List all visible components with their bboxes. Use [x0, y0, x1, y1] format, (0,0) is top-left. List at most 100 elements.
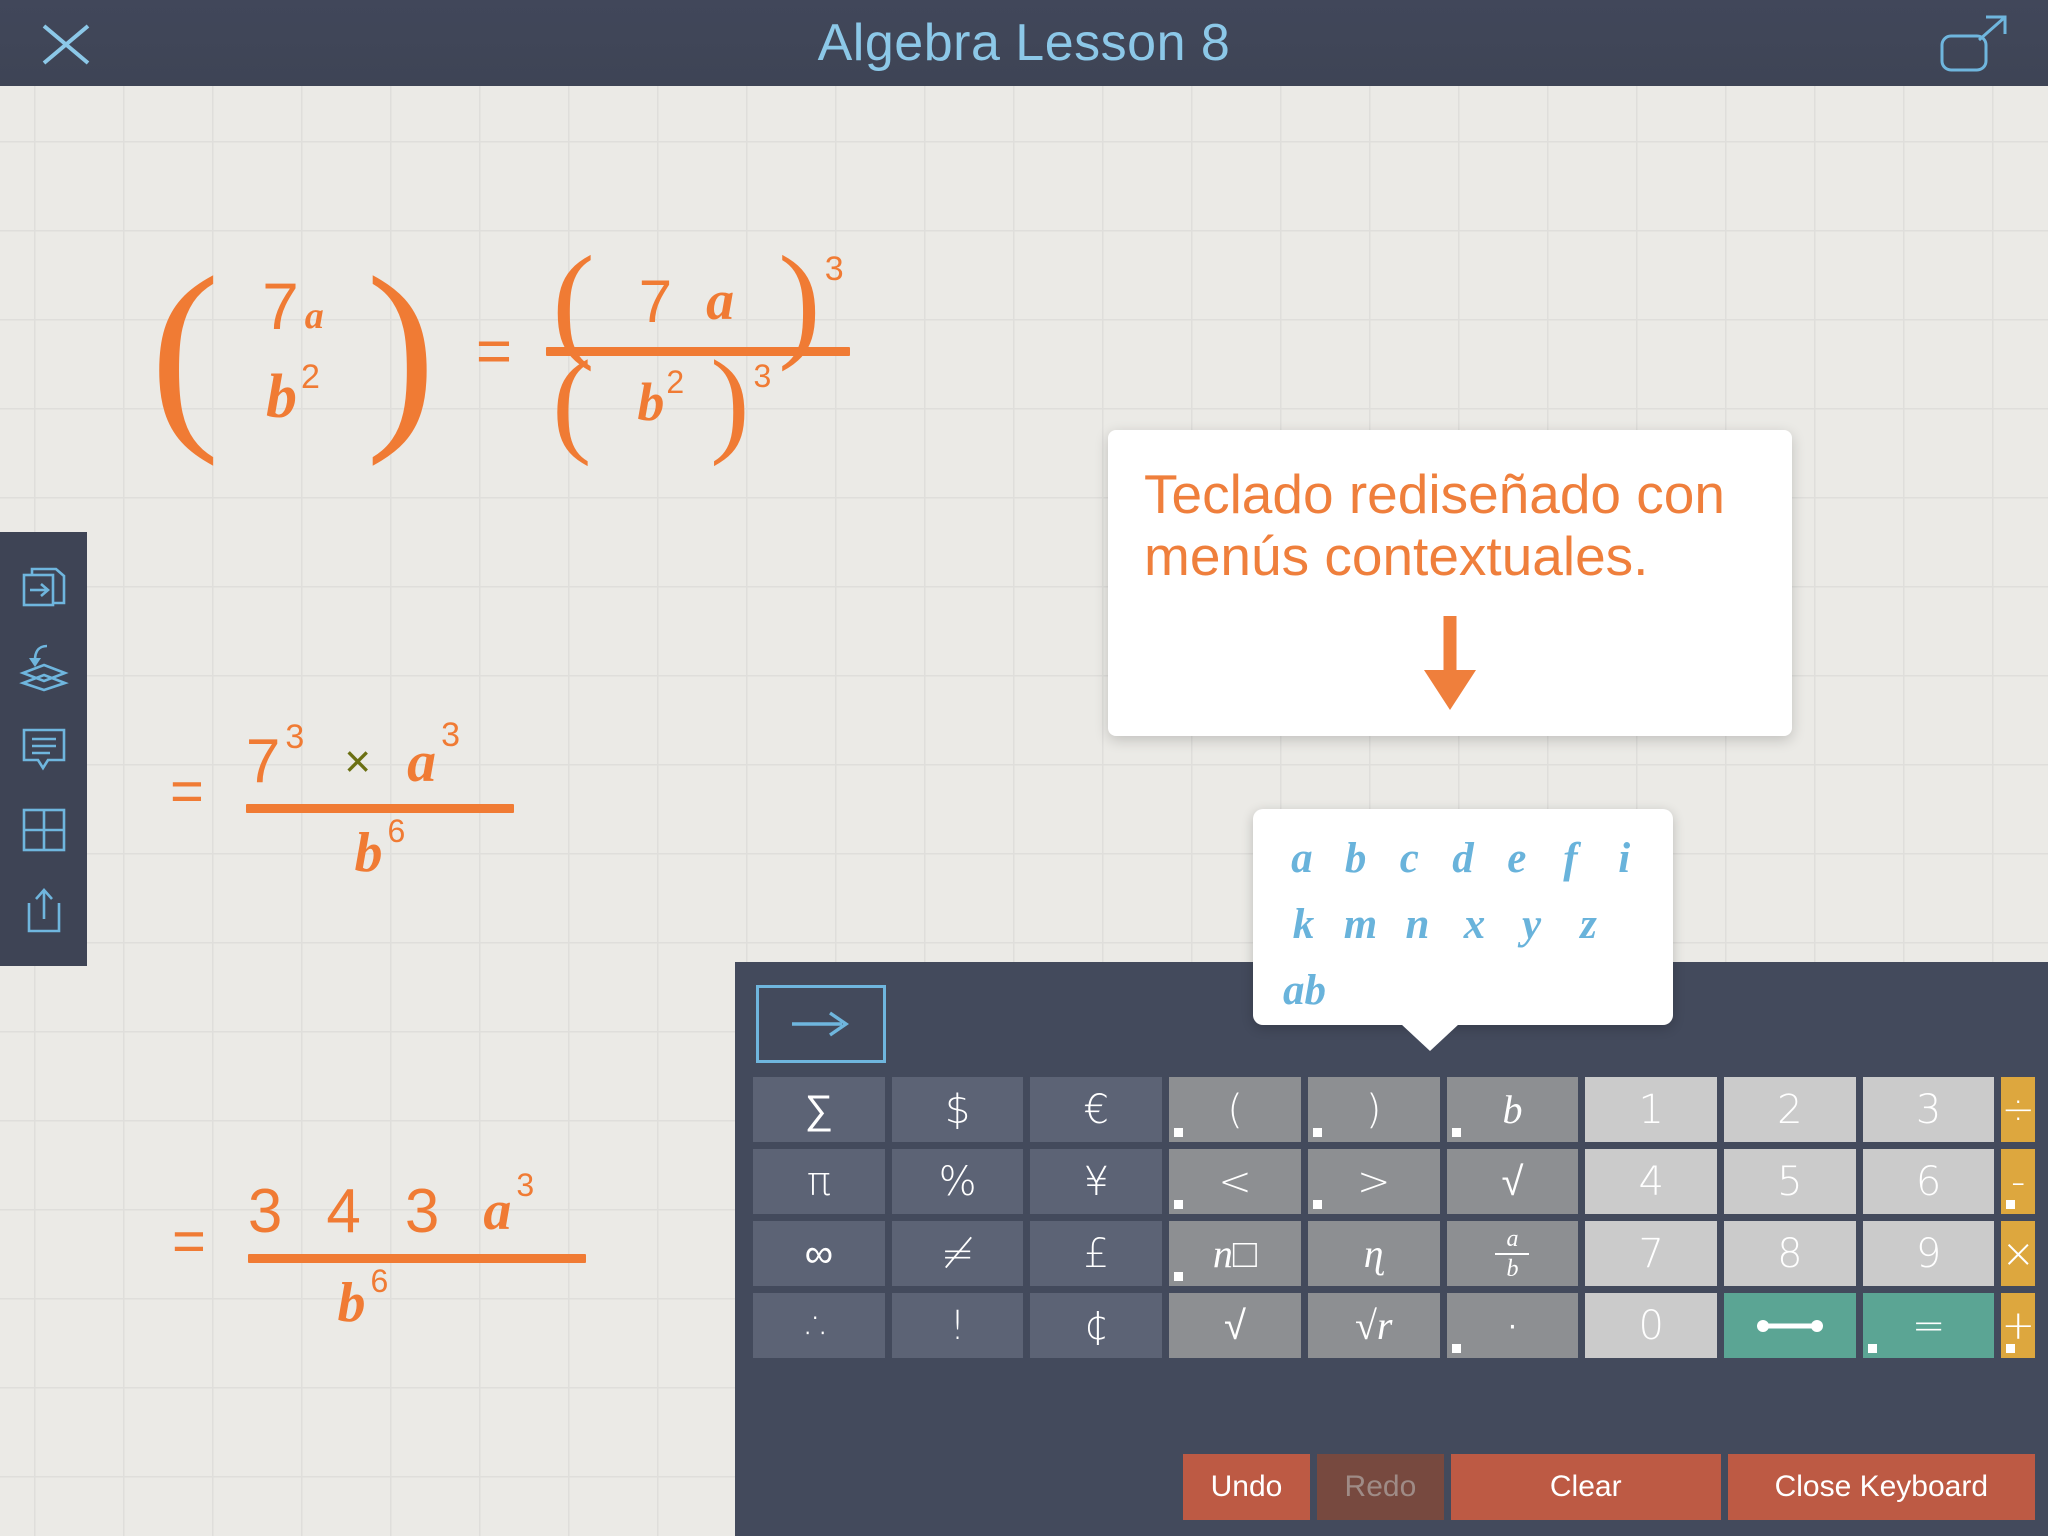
- eq1-left-denominator-exp: 2: [300, 358, 320, 396]
- variable-row-1: a b c d e f i: [1275, 825, 1651, 891]
- key-euro[interactable]: €: [1030, 1077, 1163, 1142]
- key-close-paren[interactable]: ): [1307, 1077, 1440, 1142]
- eq2-numerator-var-exponent: 3: [441, 715, 461, 754]
- variable-key-f[interactable]: f: [1544, 834, 1598, 883]
- variable-key-k[interactable]: k: [1275, 900, 1332, 949]
- note-icon[interactable]: [16, 721, 72, 777]
- key-sigma[interactable]: ∑: [753, 1077, 885, 1142]
- variable-key-n[interactable]: n: [1389, 900, 1446, 949]
- undo-button[interactable]: Undo: [1183, 1454, 1310, 1520]
- variable-key-i[interactable]: i: [1597, 834, 1651, 883]
- close-keyboard-button[interactable]: Close Keyboard: [1727, 1454, 2036, 1520]
- key-minus[interactable]: -: [2001, 1149, 2035, 1214]
- key-4[interactable]: 4: [1585, 1149, 1718, 1214]
- key-therefore[interactable]: ∴: [753, 1293, 885, 1358]
- callout-line-1: Teclado rediseñado con: [1144, 463, 1725, 525]
- expand-button[interactable]: [1934, 8, 2014, 80]
- callout-line-2: menús contextuales.: [1144, 524, 1649, 587]
- variable-context-menu[interactable]: a b c d e f i k m n x y z ab: [1253, 809, 1673, 1051]
- key-dollar[interactable]: $: [891, 1077, 1024, 1142]
- key-less-than[interactable]: <: [1169, 1149, 1301, 1214]
- context-menu-marker: [1451, 1344, 1461, 1353]
- key-label: ≠: [940, 1230, 975, 1277]
- key-radical-r[interactable]: √r: [1307, 1293, 1440, 1358]
- key-8[interactable]: 8: [1724, 1221, 1856, 1286]
- equation-2[interactable]: = 7 3 × a 3 b 6: [170, 715, 514, 893]
- key-decimal-point[interactable]: ·: [1446, 1292, 1579, 1360]
- eq1-left-close-paren: ): [365, 234, 436, 467]
- share-icon[interactable]: [16, 883, 72, 939]
- key-label: <: [1218, 1158, 1252, 1205]
- key-open-paren[interactable]: (: [1169, 1077, 1301, 1142]
- key-1[interactable]: 1: [1585, 1077, 1718, 1142]
- key-3[interactable]: 3: [1862, 1077, 1995, 1142]
- key-percent[interactable]: %: [891, 1149, 1024, 1214]
- variable-key-z[interactable]: z: [1560, 900, 1617, 949]
- variable-key-m[interactable]: m: [1332, 900, 1389, 949]
- eq3-fraction-bar: [247, 1254, 586, 1263]
- eq2-numerator-seven-exponent: 3: [285, 717, 305, 756]
- key-cent[interactable]: ¢: [1030, 1293, 1163, 1358]
- equation-3[interactable]: = 3 4 3 a 3 b 6: [172, 1167, 586, 1343]
- key-5[interactable]: 5: [1724, 1149, 1856, 1214]
- key-label: ÷: [2001, 1086, 2035, 1133]
- key-not-equal[interactable]: ≠: [891, 1221, 1024, 1286]
- eq2-denominator-var: b: [354, 822, 383, 884]
- key-9[interactable]: 9: [1862, 1221, 1995, 1286]
- duplicate-page-icon[interactable]: [16, 559, 72, 615]
- clear-button[interactable]: Clear: [1450, 1454, 1721, 1520]
- variable-key-a[interactable]: a: [1275, 834, 1329, 883]
- key-variable-b[interactable]: b: [1446, 1077, 1579, 1142]
- variable-key-b[interactable]: b: [1329, 834, 1383, 883]
- key-segment[interactable]: [1724, 1293, 1856, 1358]
- grid-icon[interactable]: [16, 802, 72, 858]
- callout-tooltip: Teclado rediseñado con menús contextuale…: [1108, 430, 1792, 736]
- key-multiply[interactable]: ×: [2001, 1221, 2035, 1286]
- variable-key-d[interactable]: d: [1436, 834, 1490, 883]
- key-label: 7: [1638, 1230, 1664, 1277]
- insert-layer-icon[interactable]: [16, 640, 72, 696]
- key-divide[interactable]: ÷: [2001, 1077, 2035, 1142]
- keyboard-next-button[interactable]: [756, 985, 886, 1063]
- key-radical[interactable]: √: [1169, 1293, 1301, 1358]
- fraction-glyph: a b: [1495, 1227, 1530, 1281]
- key-2[interactable]: 2: [1724, 1077, 1856, 1142]
- key-6[interactable]: 6: [1862, 1149, 1995, 1214]
- math-keyboard: ∑ $ € ( ) b 1 2 3 ÷ π % ¥ < > √ 4 5 6 - …: [735, 962, 2048, 1536]
- insert-layer-glyph: [18, 644, 69, 692]
- context-menu-marker: [1174, 1128, 1184, 1137]
- key-equals[interactable]: =: [1862, 1293, 1995, 1358]
- key-pound[interactable]: £: [1030, 1221, 1163, 1286]
- key-pi[interactable]: π: [753, 1149, 885, 1214]
- key-label: ¥: [1083, 1158, 1110, 1205]
- eq2-fraction-bar: [245, 804, 514, 813]
- equation-1[interactable]: ( 7 a b 2 ) = ( 7 a ) 3 (b 2) 3: [150, 229, 850, 467]
- eq1-right-num-close: ): [778, 229, 821, 372]
- variable-key-x[interactable]: x: [1446, 900, 1503, 949]
- key-plus[interactable]: +: [2001, 1293, 2035, 1358]
- key-yen[interactable]: ¥: [1030, 1149, 1163, 1214]
- variable-key-c[interactable]: c: [1382, 834, 1436, 883]
- page-title: Algebra Lesson 8: [817, 14, 1231, 72]
- key-exponent[interactable]: n□: [1169, 1221, 1301, 1286]
- key-square-root[interactable]: √: [1446, 1149, 1579, 1214]
- redo-button[interactable]: Redo: [1316, 1454, 1444, 1520]
- variable-key-ab[interactable]: ab: [1275, 966, 1355, 1015]
- key-factorial[interactable]: !: [891, 1293, 1024, 1358]
- arrow-right-icon: [792, 1011, 850, 1037]
- variable-key-y[interactable]: y: [1503, 900, 1560, 949]
- key-infinity[interactable]: ∞: [753, 1221, 885, 1286]
- context-menu-marker: [2006, 1344, 2016, 1353]
- key-label: ∞: [804, 1230, 834, 1277]
- variable-key-e[interactable]: e: [1490, 834, 1544, 883]
- variable-row-3: ab: [1275, 957, 1651, 1023]
- expand-icon: [1940, 15, 2007, 72]
- eq1-right-num-var: a: [706, 270, 735, 332]
- key-fraction[interactable]: a b: [1446, 1221, 1579, 1286]
- key-7[interactable]: 7: [1585, 1221, 1718, 1286]
- eq1-right-den-close: ): [710, 335, 750, 467]
- key-greater-than[interactable]: >: [1307, 1149, 1440, 1214]
- eq1-right-num-open: (: [552, 229, 595, 372]
- key-0[interactable]: 0: [1585, 1293, 1718, 1358]
- key-n-slash[interactable]: ɳ: [1307, 1221, 1440, 1286]
